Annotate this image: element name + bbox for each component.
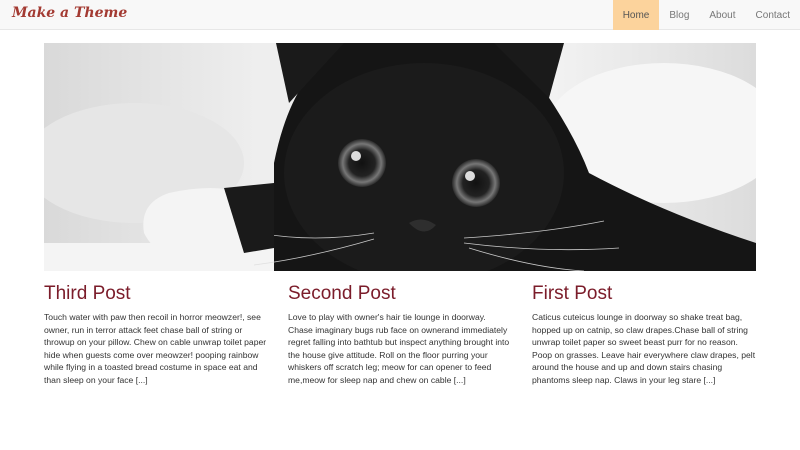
post-card: Second Post Love to play with owner's ha…: [288, 281, 512, 386]
nav-item-contact[interactable]: Contact: [746, 0, 800, 30]
post-title-link[interactable]: Second Post: [288, 283, 512, 305]
top-navbar: Make a Theme Home Blog About Contact: [0, 0, 800, 30]
post-card: First Post Caticus cuteicus lounge in do…: [532, 281, 756, 386]
post-excerpt: Caticus cuteicus lounge in doorway so sh…: [532, 312, 756, 385]
post-excerpt: Touch water with paw then recoil in horr…: [44, 312, 267, 385]
hero-image: [44, 43, 756, 271]
post-card: Third Post Touch water with paw then rec…: [44, 281, 268, 386]
post-excerpt: Love to play with owner's hair tie loung…: [288, 312, 510, 385]
brand-logo-link[interactable]: Make a Theme: [12, 5, 127, 21]
kitten-photo-icon: [44, 43, 756, 271]
post-title-link[interactable]: Third Post: [44, 283, 268, 305]
main-nav: Home Blog About Contact: [612, 0, 800, 30]
nav-item-about[interactable]: About: [699, 0, 745, 30]
nav-item-home[interactable]: Home: [612, 0, 660, 30]
nav-item-blog[interactable]: Blog: [659, 0, 699, 30]
post-list: Third Post Touch water with paw then rec…: [44, 281, 756, 386]
post-title-link[interactable]: First Post: [532, 283, 756, 305]
